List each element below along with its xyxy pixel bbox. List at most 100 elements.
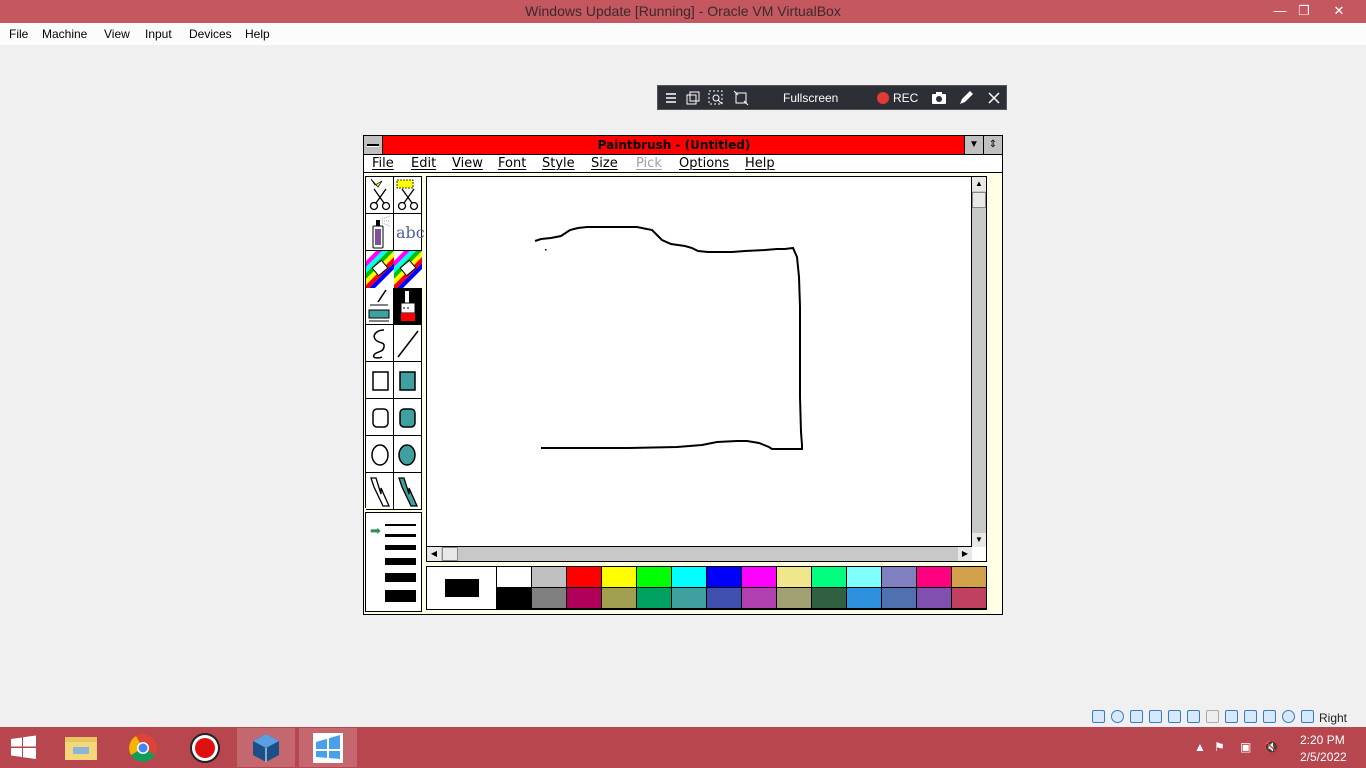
airbrush-icon[interactable] bbox=[366, 214, 394, 251]
line-size-option[interactable] bbox=[385, 545, 416, 550]
filled-polygon-icon[interactable] bbox=[394, 473, 422, 510]
rec-label[interactable]: REC bbox=[893, 91, 918, 105]
menu-devices[interactable]: Devices bbox=[189, 27, 232, 41]
record-icon[interactable] bbox=[877, 92, 889, 104]
color-eraser-icon[interactable] bbox=[366, 251, 394, 288]
vertical-scroll-thumb[interactable] bbox=[972, 192, 986, 208]
taskbar-virtualbox[interactable] bbox=[237, 728, 295, 767]
mouse-integration-icon[interactable] bbox=[1282, 710, 1295, 723]
menu-icon[interactable] bbox=[663, 90, 679, 106]
start-button[interactable] bbox=[0, 728, 48, 767]
optical-drive-icon[interactable] bbox=[1111, 710, 1124, 723]
color-swatch[interactable] bbox=[812, 567, 847, 588]
box-icon[interactable] bbox=[366, 362, 394, 399]
pb-menu-style[interactable]: Style bbox=[542, 156, 575, 171]
color-swatch[interactable] bbox=[882, 567, 917, 588]
close-button[interactable]: ✕ bbox=[1326, 2, 1352, 20]
color-swatch[interactable] bbox=[532, 567, 567, 588]
color-swatch[interactable] bbox=[742, 567, 777, 588]
camera-icon[interactable] bbox=[931, 90, 947, 106]
brush-icon[interactable] bbox=[394, 288, 422, 325]
color-swatch[interactable] bbox=[882, 588, 917, 609]
pb-menu-file[interactable]: File bbox=[372, 156, 394, 171]
horizontal-scroll-thumb[interactable] bbox=[442, 547, 458, 561]
filled-box-icon[interactable] bbox=[394, 362, 422, 399]
pen-icon[interactable] bbox=[958, 90, 974, 106]
display-icon[interactable] bbox=[1225, 710, 1238, 723]
color-swatch[interactable] bbox=[742, 588, 777, 609]
color-swatch[interactable] bbox=[952, 567, 987, 588]
color-swatch[interactable] bbox=[707, 588, 742, 609]
clock-date[interactable]: 2/5/2022 bbox=[1300, 750, 1347, 764]
taskbar-file-explorer[interactable] bbox=[52, 728, 110, 767]
network-tray-icon[interactable]: ▣ bbox=[1240, 740, 1251, 754]
show-hidden-icons-icon[interactable]: ▲ bbox=[1194, 740, 1206, 754]
color-swatch[interactable] bbox=[847, 588, 882, 609]
pb-menu-options[interactable]: Options bbox=[679, 156, 729, 171]
action-center-flag-icon[interactable]: ⚑ bbox=[1214, 740, 1225, 754]
minimize-button[interactable]: — bbox=[1267, 2, 1293, 20]
color-swatch[interactable] bbox=[637, 588, 672, 609]
line-size-option[interactable] bbox=[385, 590, 416, 602]
zoom-icon[interactable] bbox=[708, 90, 724, 106]
color-swatch[interactable] bbox=[532, 588, 567, 609]
clock-time[interactable]: 2:20 PM bbox=[1300, 733, 1345, 747]
color-swatch[interactable] bbox=[917, 588, 952, 609]
scroll-up-arrow-icon[interactable]: ▲ bbox=[972, 177, 986, 191]
color-swatch[interactable] bbox=[497, 588, 532, 609]
eraser-icon[interactable] bbox=[394, 251, 422, 288]
usb-icon[interactable] bbox=[1187, 710, 1200, 723]
windows-icon[interactable] bbox=[685, 90, 701, 106]
paintbrush-titlebar[interactable]: Paintbrush - (Untitled) ▼ ⇕ bbox=[364, 136, 1002, 155]
color-swatch[interactable] bbox=[497, 567, 532, 588]
color-swatch[interactable] bbox=[672, 588, 707, 609]
line-icon[interactable] bbox=[394, 325, 422, 362]
menu-file[interactable]: File bbox=[9, 27, 28, 41]
shared-folders-icon[interactable] bbox=[1206, 710, 1219, 723]
maximize-arrow-button[interactable]: ⇕ bbox=[983, 136, 1002, 154]
horizontal-scrollbar[interactable]: ◀ ▶ bbox=[427, 546, 972, 561]
line-size-option[interactable] bbox=[385, 558, 416, 565]
scissors-pick-icon[interactable] bbox=[366, 177, 394, 214]
pb-menu-font[interactable]: Font bbox=[498, 156, 526, 171]
scroll-right-arrow-icon[interactable]: ▶ bbox=[958, 547, 972, 561]
scroll-down-arrow-icon[interactable]: ▼ bbox=[972, 533, 986, 547]
system-menu-button[interactable] bbox=[364, 136, 383, 154]
color-swatch[interactable] bbox=[672, 567, 707, 588]
recording-icon[interactable] bbox=[1244, 710, 1257, 723]
filled-circle-icon[interactable] bbox=[394, 436, 422, 473]
filled-rounded-box-icon[interactable] bbox=[394, 399, 422, 436]
drawing-canvas[interactable] bbox=[427, 177, 972, 547]
volume-muted-icon[interactable]: 🔇 bbox=[1264, 740, 1279, 754]
resize-icon[interactable] bbox=[733, 90, 749, 106]
color-swatch[interactable] bbox=[567, 588, 602, 609]
color-swatch[interactable] bbox=[637, 567, 672, 588]
color-swatch[interactable] bbox=[812, 588, 847, 609]
color-swatch[interactable] bbox=[602, 588, 637, 609]
curve-icon[interactable] bbox=[366, 325, 394, 362]
text-tool-icon[interactable]: abc bbox=[394, 214, 425, 251]
color-swatch[interactable] bbox=[777, 588, 812, 609]
line-size-option[interactable] bbox=[385, 534, 416, 537]
virtualization-icon[interactable] bbox=[1263, 710, 1276, 723]
keyboard-icon[interactable] bbox=[1301, 710, 1314, 723]
circle-icon[interactable] bbox=[366, 436, 394, 473]
menu-machine[interactable]: Machine bbox=[42, 27, 87, 41]
fullscreen-label[interactable]: Fullscreen bbox=[783, 91, 838, 105]
paint-roller-icon[interactable] bbox=[366, 288, 394, 325]
hard-disk-icon[interactable] bbox=[1092, 710, 1105, 723]
minimize-arrow-button[interactable]: ▼ bbox=[964, 136, 983, 154]
polygon-icon[interactable] bbox=[366, 473, 394, 510]
restore-button[interactable]: ❐ bbox=[1291, 2, 1317, 20]
color-swatch[interactable] bbox=[847, 567, 882, 588]
taskbar-chrome[interactable] bbox=[114, 728, 172, 767]
vertical-scrollbar[interactable]: ▲ ▼ bbox=[971, 177, 986, 547]
color-swatch[interactable] bbox=[777, 567, 812, 588]
pb-menu-edit[interactable]: Edit bbox=[411, 156, 436, 171]
close-icon[interactable] bbox=[986, 90, 1002, 106]
menu-input[interactable]: Input bbox=[145, 27, 172, 41]
rounded-box-icon[interactable] bbox=[366, 399, 394, 436]
menu-help[interactable]: Help bbox=[245, 27, 270, 41]
taskbar-recorder[interactable] bbox=[176, 728, 234, 767]
color-swatch[interactable] bbox=[952, 588, 987, 609]
